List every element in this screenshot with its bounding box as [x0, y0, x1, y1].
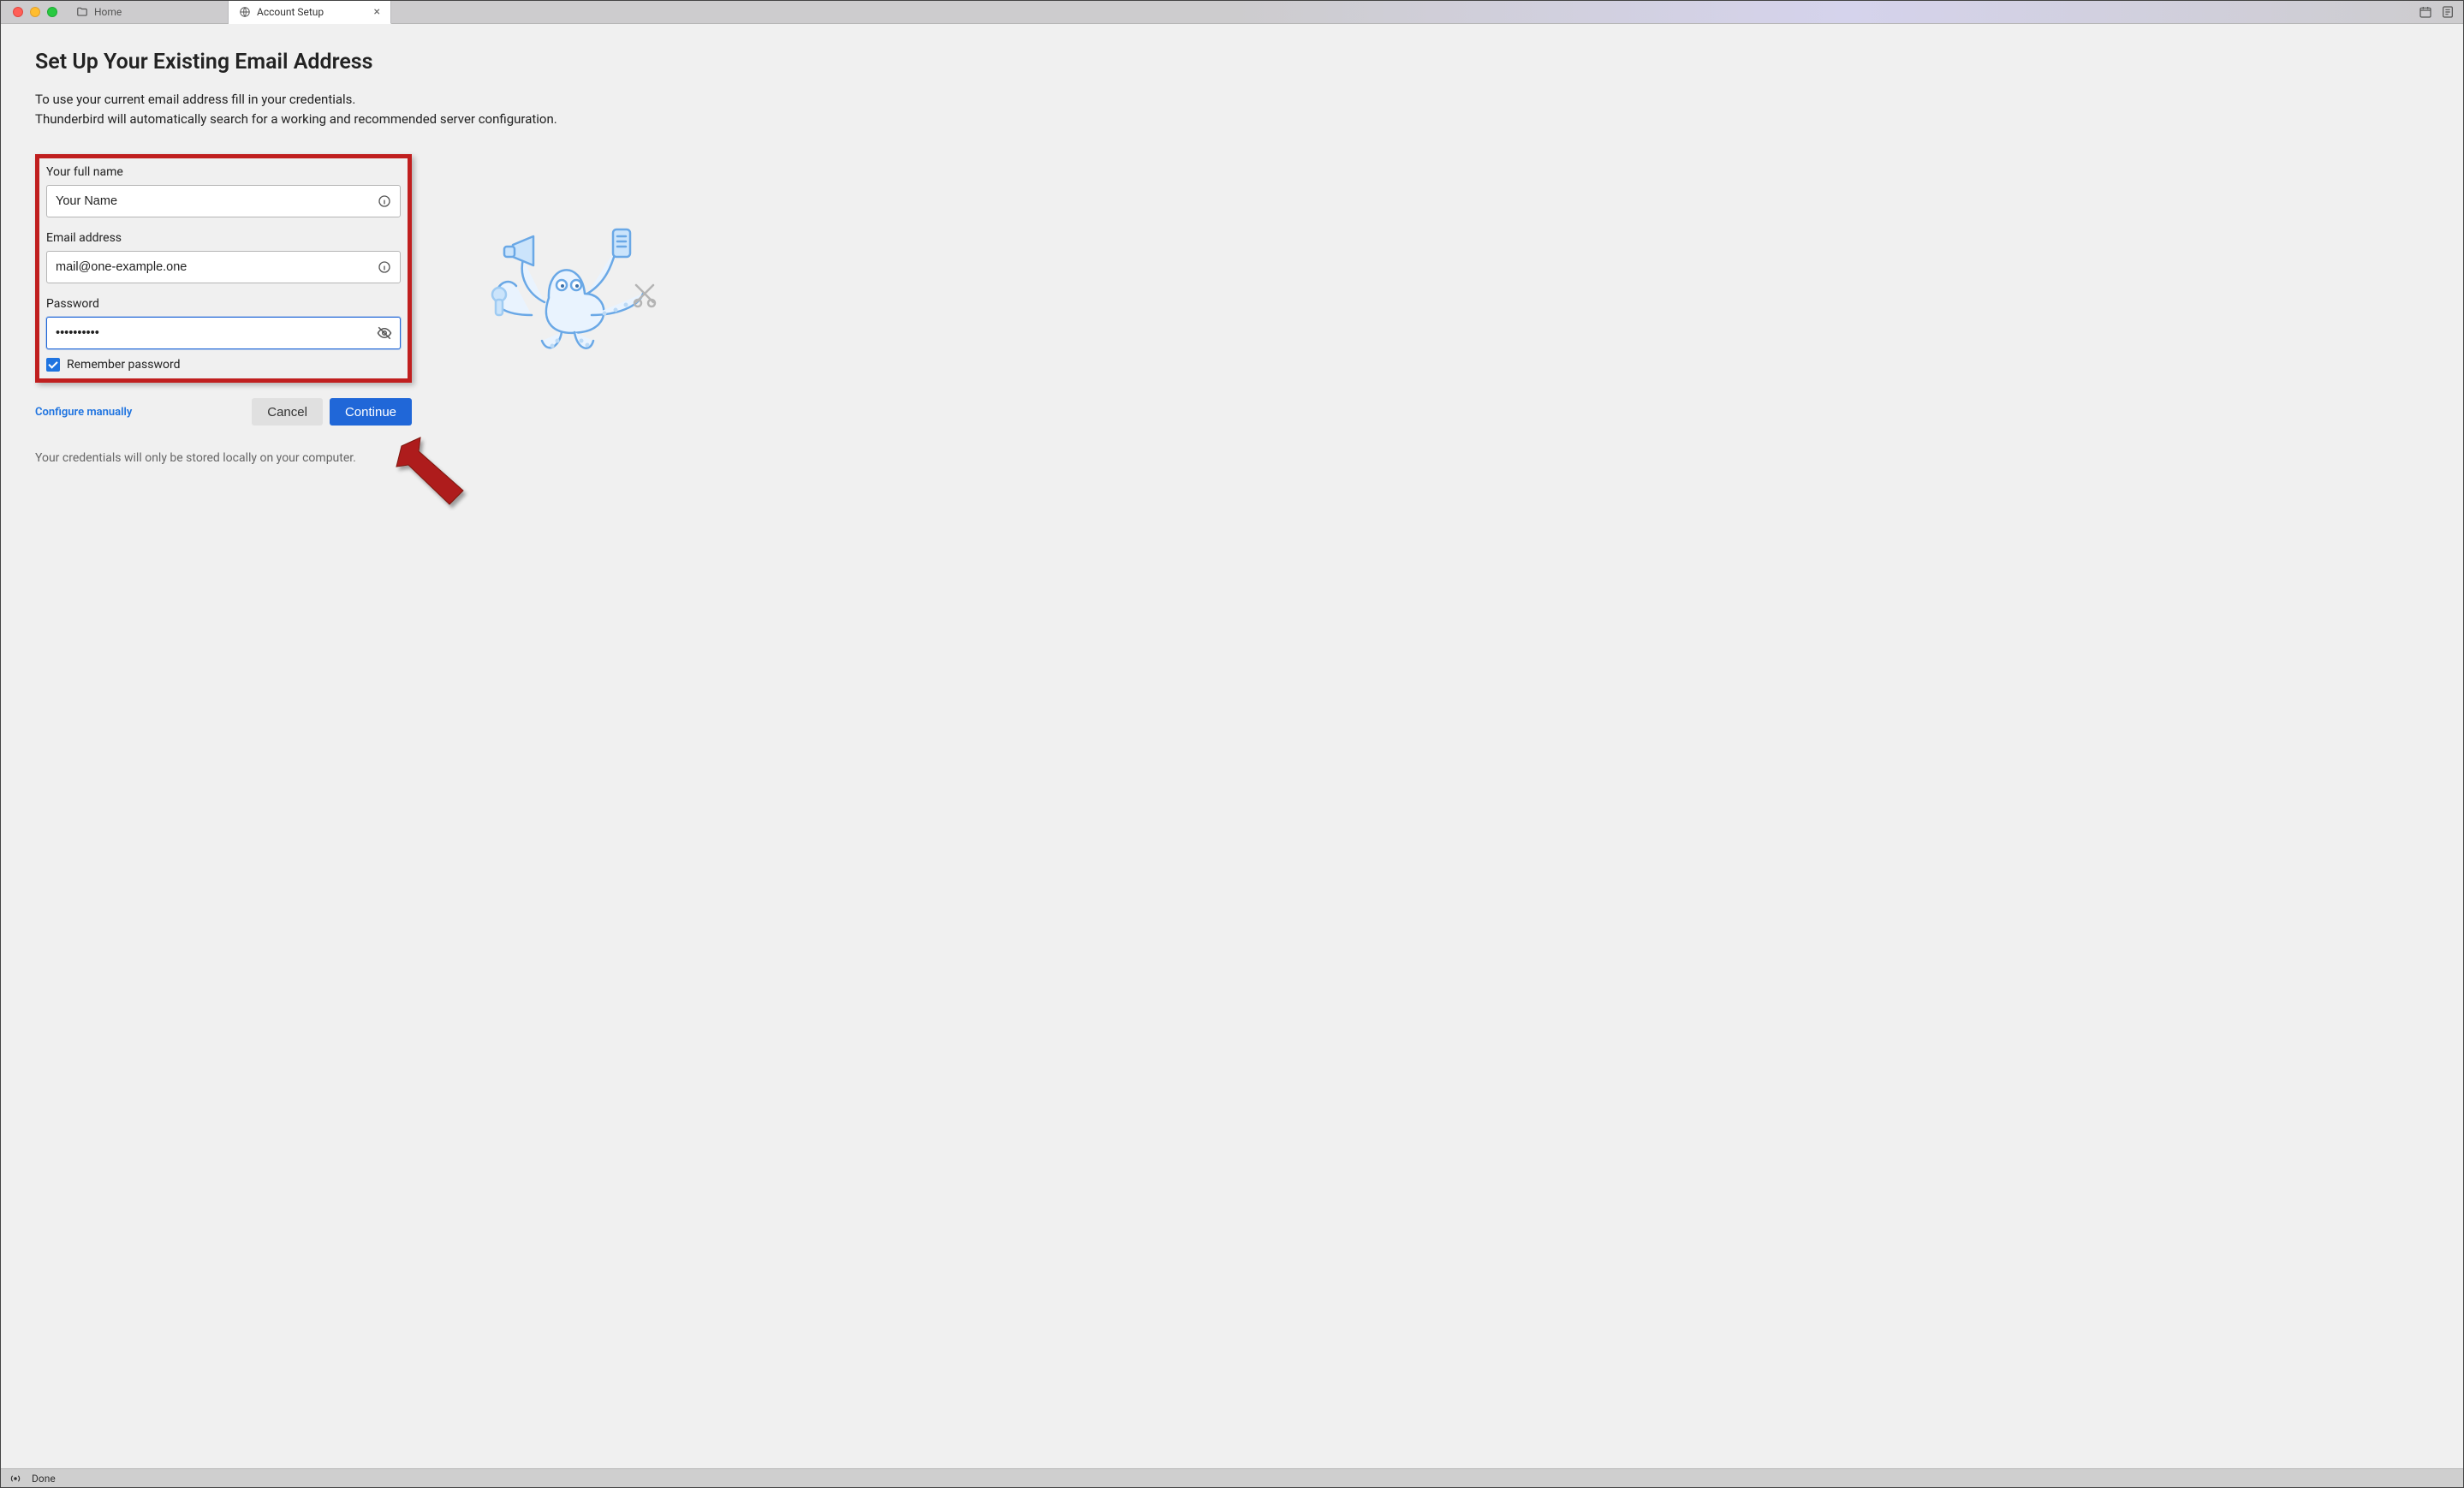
minimize-window-button[interactable]: [30, 7, 40, 17]
title-bar: Home Account Setup ×: [1, 1, 2463, 24]
email-label: Email address: [46, 231, 401, 245]
fullname-label: Your full name: [46, 165, 401, 179]
calendar-icon[interactable]: [2419, 5, 2432, 19]
octopus-illustration: [480, 212, 669, 370]
status-bar: Done: [1, 1468, 2463, 1487]
remember-password-checkbox[interactable]: [46, 358, 60, 372]
titlebar-right-icons: [2419, 1, 2463, 23]
info-icon[interactable]: [377, 259, 392, 275]
folder-icon: [76, 6, 88, 18]
tab-home[interactable]: Home: [66, 1, 229, 23]
page-title: Set Up Your Existing Email Address: [35, 50, 2429, 74]
info-icon[interactable]: [377, 193, 392, 209]
globe-icon: [239, 6, 251, 18]
configure-manually-link[interactable]: Configure manually: [35, 406, 132, 419]
fullname-input[interactable]: [46, 185, 401, 217]
password-label: Password: [46, 297, 401, 311]
status-text: Done: [32, 1473, 56, 1485]
tab-close-icon[interactable]: ×: [374, 6, 380, 18]
remember-password-row[interactable]: Remember password: [46, 358, 401, 372]
arrow-annotation: [386, 431, 480, 528]
fullscreen-window-button[interactable]: [47, 7, 57, 17]
tab-account-setup-label: Account Setup: [257, 6, 324, 18]
email-input[interactable]: [46, 251, 401, 283]
page-subtitle: To use your current email address fill i…: [35, 90, 2429, 128]
eye-off-icon[interactable]: [377, 325, 392, 341]
cancel-button[interactable]: Cancel: [252, 398, 323, 426]
continue-button[interactable]: Continue: [330, 398, 412, 426]
content-area: Set Up Your Existing Email Address To us…: [1, 24, 2463, 1468]
remember-password-label: Remember password: [67, 358, 180, 372]
subtitle-line1: To use your current email address fill i…: [35, 92, 355, 107]
password-input[interactable]: [46, 317, 401, 349]
subtitle-line2: Thunderbird will automatically search fo…: [35, 111, 557, 127]
tab-home-label: Home: [94, 6, 122, 18]
activity-icon: [9, 1473, 21, 1485]
tasks-icon[interactable]: [2441, 5, 2455, 19]
close-window-button[interactable]: [13, 7, 23, 17]
action-row: Configure manually Cancel Continue: [35, 398, 412, 426]
window-controls: [1, 1, 66, 23]
credentials-note: Your credentials will only be stored loc…: [35, 451, 2429, 465]
tab-account-setup[interactable]: Account Setup ×: [229, 1, 391, 24]
form-highlight-box: Your full name Email address Passw: [35, 154, 412, 383]
